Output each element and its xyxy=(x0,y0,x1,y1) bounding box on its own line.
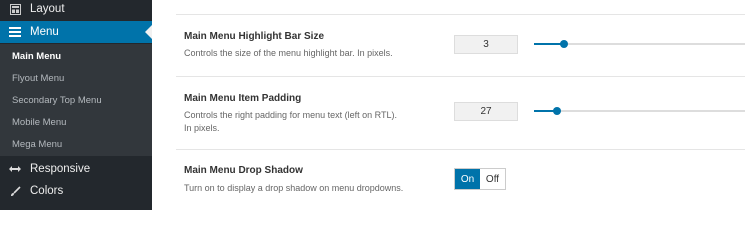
divider xyxy=(176,76,745,77)
sidebar-item-label: Responsive xyxy=(30,163,91,175)
menu-submenu: Main Menu Flyout Menu Secondary Top Menu… xyxy=(0,44,152,156)
highlight-bar-size-slider[interactable] xyxy=(534,40,745,48)
resize-arrows-icon xyxy=(9,163,21,175)
slider-handle[interactable] xyxy=(553,107,562,115)
divider xyxy=(176,14,745,15)
highlight-bar-size-input[interactable]: 3 xyxy=(454,35,518,54)
drop-shadow-toggle[interactable]: On Off xyxy=(454,168,506,190)
item-padding-input[interactable]: 27 xyxy=(454,102,518,121)
option-title-item-padding: Main Menu Item Padding xyxy=(184,93,302,104)
sidebar-item-menu[interactable]: Menu xyxy=(0,21,152,43)
sidebar-item-layout[interactable]: Layout xyxy=(0,0,152,20)
hamburger-menu-icon xyxy=(9,26,21,38)
sidebar-item-label: Menu xyxy=(30,26,59,38)
sidebar-item-label: Colors xyxy=(30,185,64,197)
option-title-drop-shadow: Main Menu Drop Shadow xyxy=(184,165,303,176)
slider-handle[interactable] xyxy=(559,40,568,48)
sidebar-item-label: Layout xyxy=(30,3,65,15)
options-panel: Main Menu Highlight Bar Size Controls th… xyxy=(152,0,745,210)
option-description-drop-shadow: Turn on to display a drop shadow on menu… xyxy=(184,183,404,193)
divider xyxy=(176,149,745,150)
option-title-highlight-bar-size: Main Menu Highlight Bar Size xyxy=(184,31,325,42)
submenu-item-flyout-menu[interactable]: Flyout Menu xyxy=(12,73,64,84)
option-description-highlight-bar-size: Controls the size of the menu highlight … xyxy=(184,48,393,58)
item-padding-slider[interactable] xyxy=(534,107,745,115)
sidebar-item-responsive[interactable]: Responsive xyxy=(0,158,152,180)
toggle-on-button[interactable]: On xyxy=(455,169,480,189)
submenu-item-mobile-menu[interactable]: Mobile Menu xyxy=(12,117,66,128)
admin-sidebar: Layout Menu Main Menu Flyout Menu Second… xyxy=(0,0,152,210)
toggle-off-button[interactable]: Off xyxy=(480,169,505,189)
brush-icon xyxy=(9,185,21,197)
submenu-item-main-menu[interactable]: Main Menu xyxy=(12,51,61,62)
submenu-item-secondary-top-menu[interactable]: Secondary Top Menu xyxy=(12,95,102,106)
sidebar-item-colors[interactable]: Colors xyxy=(0,180,152,202)
submenu-item-mega-menu[interactable]: Mega Menu xyxy=(12,139,62,150)
option-description-item-padding: Controls the right padding for menu text… xyxy=(184,110,397,133)
layout-icon xyxy=(9,3,21,15)
